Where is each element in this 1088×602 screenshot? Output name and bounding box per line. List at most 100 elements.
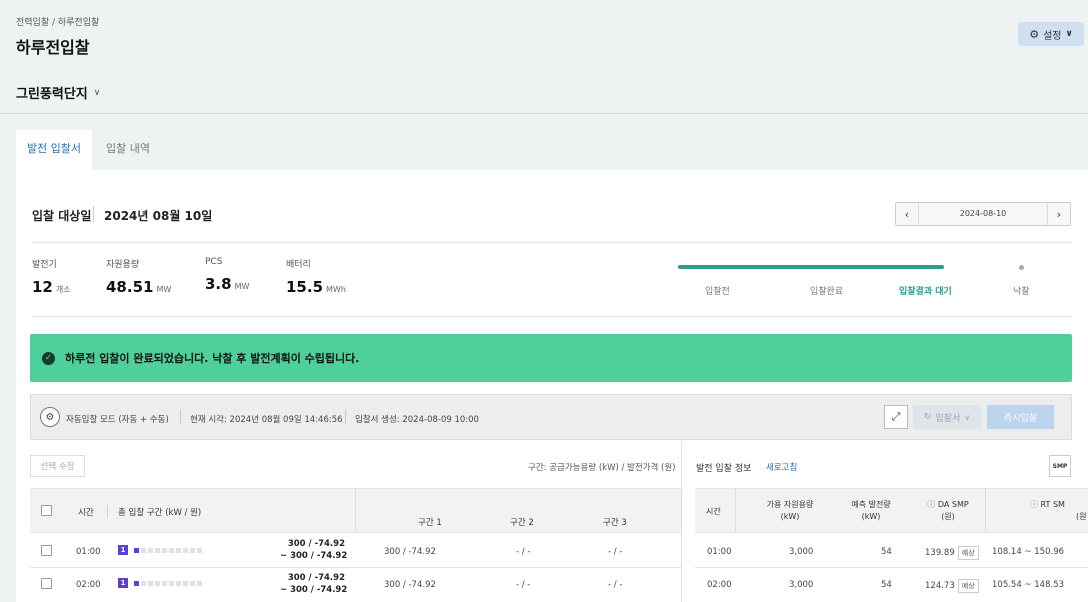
section-2-value: - / - bbox=[516, 580, 531, 590]
complex-selector[interactable]: 그린풍력단지 ∨ bbox=[16, 83, 100, 102]
stat-value: 3.8 bbox=[205, 275, 232, 293]
help-icon[interactable]: ⓘ bbox=[927, 500, 935, 509]
col-label: 예측 발전량 bbox=[851, 500, 891, 509]
expand-icon[interactable]: ⤢ bbox=[884, 405, 908, 429]
range-bottom: ~ 300 / -74.92 bbox=[280, 551, 348, 561]
divider bbox=[985, 488, 986, 533]
available-capacity: 3,000 bbox=[789, 580, 814, 590]
chevron-down-icon: ∨ bbox=[93, 87, 101, 98]
target-date-label: 입찰 대상일 bbox=[32, 209, 92, 223]
settings-label: 설정 bbox=[1043, 30, 1062, 42]
col-section-1: 구간 1 bbox=[418, 518, 442, 528]
chevron-left-icon[interactable]: ‹ bbox=[896, 203, 918, 225]
divider bbox=[735, 488, 736, 533]
divider bbox=[107, 505, 108, 517]
da-smp-value: 124.73 예상 bbox=[925, 579, 979, 593]
stat-unit: MWh bbox=[326, 285, 346, 294]
tab-bid-history[interactable]: 입찰 내역 bbox=[92, 130, 164, 170]
section-1-value: 300 / -74.92 bbox=[384, 580, 436, 590]
target-date: 2024년 08월 10일 bbox=[104, 209, 213, 223]
col-da-smp: ⓘ DA SMP (원) bbox=[920, 499, 976, 523]
step-before-bid: 입찰전 bbox=[705, 287, 730, 297]
chevron-down-icon: ∨ bbox=[1065, 29, 1073, 39]
row-checkbox[interactable] bbox=[41, 578, 52, 589]
divider bbox=[30, 567, 681, 568]
predicted-generation: 54 bbox=[881, 580, 892, 590]
complex-name: 그린풍력단지 bbox=[16, 87, 88, 102]
stat-label: PCS bbox=[205, 257, 223, 267]
col-label: RT SM bbox=[1040, 500, 1065, 509]
row-time: 01:00 bbox=[76, 547, 101, 557]
available-capacity: 3,000 bbox=[789, 547, 814, 557]
col-total-range: 총 입찰 구간 (kW / 원) bbox=[118, 508, 202, 518]
section-2-value: - / - bbox=[516, 547, 531, 557]
chevron-down-icon: ∨ bbox=[964, 412, 971, 422]
stat-label: 배터리 bbox=[286, 260, 311, 270]
check-circle-icon: ✓ bbox=[42, 351, 55, 365]
progress-bar bbox=[678, 265, 944, 269]
col-label: DA SMP bbox=[937, 500, 969, 509]
col-predicted-generation: 예측 발전량 (kW) bbox=[843, 499, 899, 523]
col-unit: (kW) bbox=[861, 512, 881, 521]
range-top: 300 / -74.92 bbox=[287, 539, 345, 549]
bid-form-label: 입찰서 bbox=[935, 413, 961, 424]
bid-info-title: 발전 입찰 정보 bbox=[696, 464, 752, 474]
edit-selected-button[interactable]: 선택 수정 bbox=[30, 455, 85, 477]
da-smp: 124.73 bbox=[925, 581, 955, 591]
bid-form-button[interactable]: ↻ 입찰서 ∨ bbox=[913, 405, 981, 429]
rt-smp-range: 105.54 ~ 148.53 bbox=[992, 580, 1065, 590]
page-title: 하루전입찰 bbox=[16, 38, 90, 57]
date-value[interactable]: 2024-08-10 bbox=[918, 203, 1048, 225]
divider bbox=[345, 410, 346, 424]
range-value: 300 / -74.92 ~ 300 / -74.92 bbox=[280, 572, 348, 596]
stat-value: 15.5 bbox=[286, 278, 324, 296]
col-section-3: 구간 3 bbox=[603, 518, 627, 528]
smp-button[interactable]: SMP bbox=[1049, 455, 1071, 477]
row-time: 01:00 bbox=[707, 547, 732, 557]
divider bbox=[0, 113, 1088, 114]
select-all-checkbox[interactable] bbox=[41, 505, 52, 516]
section-count-badge: 1 bbox=[118, 545, 128, 555]
chevron-right-icon[interactable]: › bbox=[1048, 203, 1070, 225]
divider bbox=[695, 567, 1088, 568]
stat-generators: 발전기 12 개소 bbox=[32, 257, 71, 296]
tab-bid-form[interactable]: 발전 입찰서 bbox=[16, 130, 92, 170]
instant-bid-button[interactable]: 즉시입찰 bbox=[987, 405, 1054, 429]
col-unit: (원) bbox=[941, 512, 955, 521]
section-3-value: - / - bbox=[608, 580, 623, 590]
banner-message: 하루전 입찰이 완료되었습니다. 낙찰 후 발전계획이 수립됩니다. bbox=[65, 352, 360, 365]
range-bar bbox=[134, 548, 202, 553]
current-time: 현재 시각: 2024년 08월 09일 14:46:56 bbox=[190, 415, 343, 425]
stat-label: 발전기 bbox=[32, 260, 57, 270]
settings-button[interactable]: ⚙ 설정 ∨ bbox=[1018, 22, 1084, 46]
row-time: 02:00 bbox=[707, 580, 732, 590]
date-navigator: ‹ 2024-08-10 › bbox=[895, 202, 1071, 226]
divider bbox=[355, 488, 356, 533]
step-award: 낙찰 bbox=[1013, 287, 1030, 297]
stat-unit: MW bbox=[234, 282, 250, 291]
range-bottom: ~ 300 / -74.92 bbox=[280, 585, 348, 595]
col-label: 가용 자원용량 bbox=[766, 500, 814, 509]
bid-created: 입찰서 생성: 2024-08-09 10:00 bbox=[355, 415, 479, 425]
refresh-icon: ↻ bbox=[923, 412, 932, 422]
divider bbox=[681, 441, 682, 602]
row-time: 02:00 bbox=[76, 580, 101, 590]
section-1-value: 300 / -74.92 bbox=[384, 547, 436, 557]
auto-mode-icon: ⚙ bbox=[40, 407, 60, 427]
help-icon[interactable]: ⓘ bbox=[1030, 500, 1038, 509]
predicted-generation: 54 bbox=[881, 547, 892, 557]
divider bbox=[93, 206, 94, 222]
range-bar bbox=[134, 581, 202, 586]
divider bbox=[32, 316, 1072, 317]
refresh-link[interactable]: 새로고침 bbox=[766, 461, 797, 473]
stat-value: 48.51 bbox=[106, 278, 154, 296]
estimate-tag: 예상 bbox=[957, 579, 979, 593]
section-count-badge: 1 bbox=[118, 578, 128, 588]
divider bbox=[32, 242, 1072, 243]
stat-pcs: PCS 3.8 MW bbox=[205, 257, 249, 293]
success-banner: ✓ 하루전 입찰이 완료되었습니다. 낙찰 후 발전계획이 수립됩니다. bbox=[30, 334, 1072, 382]
row-checkbox[interactable] bbox=[41, 545, 52, 556]
bid-mode: 자동입찰 모드 (자동 + 수동) bbox=[66, 415, 169, 425]
section-3-value: - / - bbox=[608, 547, 623, 557]
stat-label: 자원용량 bbox=[106, 260, 140, 270]
